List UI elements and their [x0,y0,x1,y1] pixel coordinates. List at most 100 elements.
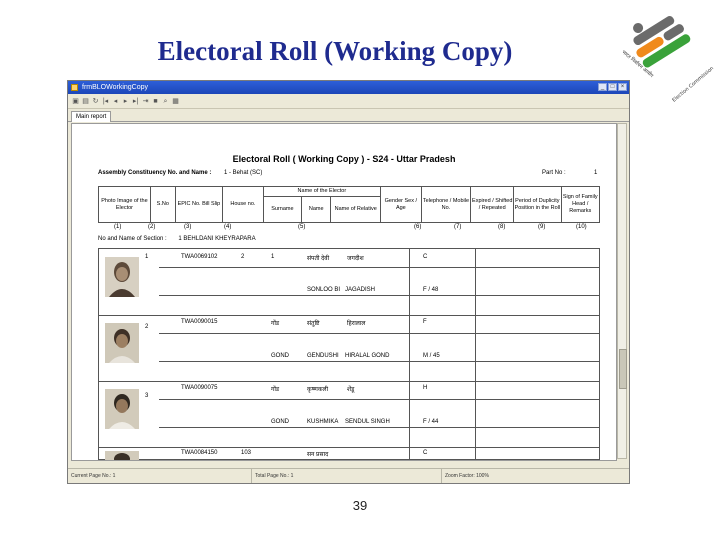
row-sexage: F / 44 [423,419,439,425]
row-name-hi: संतुष्टि [307,321,320,327]
tab-strip: Main report [68,109,629,122]
section-line: No and Name of Section : 1 BEHLDANI KHEY… [98,236,256,242]
prev-page-icon[interactable]: ◂ [112,98,119,105]
maximize-button[interactable]: □ [608,83,617,91]
row-name: GENDUSHI [307,353,339,359]
assembly-value: 1 - Behat (SC) [224,170,263,176]
col-num: (9) [538,224,546,230]
svg-text:Election Commission: Election Commission [671,66,715,102]
close-button[interactable]: × [618,83,627,91]
row-surname: GOND [271,419,289,425]
assembly-label: Assembly Constituency No. and Name : [98,170,212,176]
header-elector-name: Name of the Elector [262,186,382,197]
header-epic: EPIC No. Bill Slip [174,186,224,223]
row-name-hi: सन प्रसाद [307,452,329,458]
col-num: (10) [576,224,587,230]
row-house2: 1 [271,254,275,260]
row-name-hi: संपती देवी [307,256,330,262]
status-bar: Current Page No.: 1 Total Page No.: 1 Zo… [68,468,629,483]
print-icon[interactable]: ▤ [82,98,89,105]
header-sno: S.No [149,186,176,223]
row-sexage: M / 45 [423,353,440,359]
table-row: 2 TWA0090015 गोंड संतुष्टि हिरालाल F GON… [99,315,599,382]
elector-photo [105,257,139,297]
part-value: 1 [594,170,598,176]
zoom-icon[interactable]: ▦ [172,98,179,105]
header-photo: Photo Image of the Elector [98,186,151,223]
row-sno: 3 [145,393,149,399]
col-num: (4) [224,224,232,230]
header-telephone: Telephone / Mobile No. [420,186,472,223]
row-epic: TWA0069102 [181,254,218,260]
row-relative-hi: जगदीश [347,256,364,262]
part-label: Part No : [542,170,566,176]
row-house: 103 [241,450,252,456]
row-name: KUSHMIKA [307,419,339,425]
row-epic: TWA0090015 [181,319,218,325]
row-gender: C [423,254,428,260]
report-viewer: Electoral Roll ( Working Copy ) - S24 - … [71,123,617,461]
roll-header-table: Photo Image of the Elector S.No EPIC No.… [98,186,601,223]
window-titlebar[interactable]: frmBLOWorkingCopy _ □ × [68,81,629,94]
table-row: 3 TWA0090075 गोंड कृष्णकली शेंडू H GOND … [99,381,599,448]
row-sexage: F / 48 [423,287,439,293]
row-relative: HIRALAL GOND [345,353,390,359]
report-toolbar: ▣ ▤ ↻ |◂ ◂ ▸ ▸| ⇥ ■ ⌕ ▦ [68,94,629,109]
last-page-icon[interactable]: ▸| [132,98,139,105]
next-page-icon[interactable]: ▸ [122,98,129,105]
elector-photo [105,451,139,460]
records-table: 1 TWA0069102 2 1 संपती देवी जगदीश C SONL… [98,248,600,460]
header-surname: Surname [262,196,303,223]
status-zoom: Zoom Factor: 100% [445,473,489,479]
goto-page-icon[interactable]: ⇥ [142,98,149,105]
report-title: Electoral Roll ( Working Copy ) - S24 - … [232,154,456,164]
tab-main-report[interactable]: Main report [71,111,112,122]
first-page-icon[interactable]: |◂ [102,98,109,105]
header-gender: Gender Sex / Age [380,186,422,223]
status-current-page: Current Page No.: 1 [68,469,252,483]
header-duplicity: Period of Duplicity Position in the Roll [513,186,562,223]
row-house2: गोंड [271,321,280,327]
search-icon[interactable]: ⌕ [162,98,169,105]
row-gender: C [423,450,428,456]
header-expired: Expired / Shifted / Repeated [470,186,515,223]
window-title: frmBLOWorkingCopy [82,84,149,91]
page-number: 39 [352,498,368,513]
app-icon [71,84,78,91]
vertical-scrollbar[interactable] [617,123,627,459]
row-house: 2 [241,254,245,260]
row-surname: GOND [271,353,289,359]
col-num: (1) [114,224,122,230]
elector-photo [105,389,139,429]
row-sno: 2 [145,324,149,330]
row-name: SONLOO BI [307,287,341,293]
section-value: 1 BEHLDANI KHEYRAPARA [178,236,256,242]
row-gender: H [423,385,428,391]
col-num: (3) [184,224,192,230]
export-icon[interactable]: ▣ [72,98,79,105]
stop-icon[interactable]: ■ [152,98,159,105]
elector-photo [105,323,139,363]
row-epic: TWA0084150 [181,450,218,456]
col-num: (7) [454,224,462,230]
col-num: (8) [498,224,506,230]
header-name: Name [301,196,332,223]
row-epic: TWA0090075 [181,385,218,391]
header-house: House no. [222,186,264,223]
refresh-icon[interactable]: ↻ [92,98,99,105]
col-num: (2) [148,224,156,230]
column-numbers: (1) (2) (3) (4) (5) (6) (7) (8) (9) (10) [98,224,600,234]
table-row: TWA0084150 103 सन प्रसाद C [99,447,599,460]
slide-title: Electoral Roll (Working Copy) [157,36,513,66]
minimize-button[interactable]: _ [598,83,607,91]
row-relative: SENDUL SINGH [345,419,390,425]
row-name-hi: कृष्णकली [307,387,329,393]
row-relative-hi: हिरालाल [347,321,366,327]
scroll-thumb[interactable] [619,349,627,389]
status-total-pages: Total Page No.: 1 [252,469,442,483]
row-gender: F [423,319,427,325]
section-label: No and Name of Section : [98,236,167,242]
row-house2: गोंड [271,387,280,393]
header-relative: Name of Relative [330,196,382,223]
app-window: frmBLOWorkingCopy _ □ × ▣ ▤ ↻ |◂ ◂ ▸ ▸| … [67,80,630,484]
